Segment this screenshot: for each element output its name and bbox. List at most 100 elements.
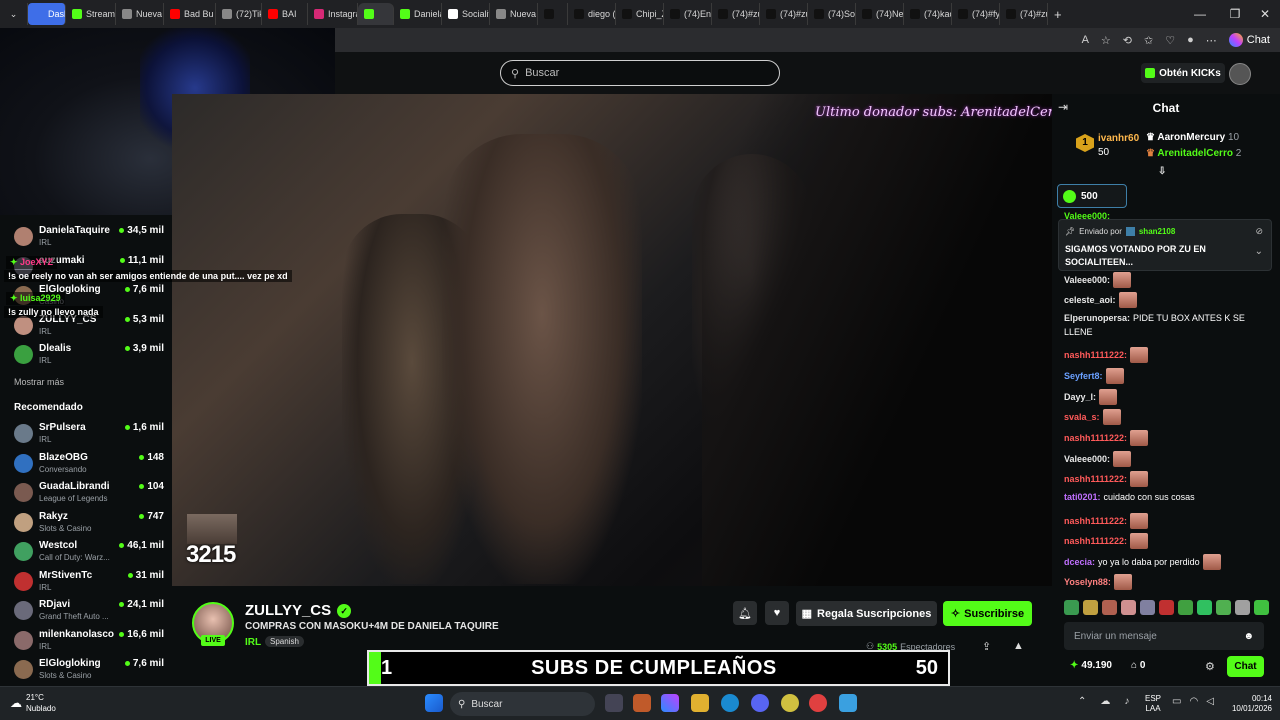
browser-tab[interactable]: (74)Ne bbox=[856, 3, 904, 25]
browser-tab[interactable]: Socialit bbox=[442, 3, 490, 25]
browser-tab[interactable]: (74)#zu bbox=[760, 3, 808, 25]
subscribe-button[interactable]: ✧ Suscribirse bbox=[943, 601, 1032, 626]
copilot-icon[interactable] bbox=[661, 694, 679, 712]
emote-icon[interactable] bbox=[1216, 600, 1231, 615]
emote-icon[interactable] bbox=[1178, 600, 1193, 615]
user-avatar[interactable] bbox=[1229, 63, 1251, 85]
chat-message[interactable]: Seyfert8: bbox=[1064, 368, 1124, 384]
stream-category[interactable]: IRL bbox=[245, 637, 261, 648]
app-icon[interactable] bbox=[839, 694, 857, 712]
browser-tab[interactable]: Nueva bbox=[116, 3, 164, 25]
chat-username[interactable]: Elperunopersa: bbox=[1064, 313, 1130, 323]
chat-message[interactable]: Dayy_l: bbox=[1064, 389, 1118, 405]
chat-username[interactable]: Dayy_l: bbox=[1064, 392, 1096, 402]
report-icon[interactable]: ▲ bbox=[1013, 640, 1024, 652]
sidebar-channel[interactable]: Dlealis IRL 3,9 mil bbox=[14, 343, 164, 371]
chat-username[interactable]: Yoselyn88: bbox=[1064, 577, 1111, 587]
emoji-icon[interactable]: ☻ bbox=[1243, 631, 1254, 642]
unpin-icon[interactable]: ⊘ bbox=[1255, 226, 1263, 237]
emote-icon[interactable] bbox=[1083, 600, 1098, 615]
chat-message[interactable]: Elperunopersa: PIDE TU BOX ANTES K SE bbox=[1064, 313, 1245, 323]
chat-username[interactable]: svala_s: bbox=[1064, 412, 1100, 422]
chat-username[interactable]: dcecia: bbox=[1064, 557, 1095, 567]
sidebar-channel[interactable]: BlazeOBG Conversando 148 bbox=[14, 452, 164, 480]
sidebar-channel[interactable]: RDjavi Grand Theft Auto ... 24,1 mil bbox=[14, 599, 164, 627]
sidebar-channel[interactable]: SrPulsera IRL 1,6 mil bbox=[14, 422, 164, 450]
chat-message[interactable]: svala_s: bbox=[1064, 409, 1121, 425]
emote-icon[interactable] bbox=[1140, 600, 1155, 615]
app-icon[interactable] bbox=[781, 694, 799, 712]
browser-tab[interactable]: BAI bbox=[262, 3, 308, 25]
sidebar-channel[interactable]: GuadaLibrandi League of Legends 104 bbox=[14, 481, 164, 509]
favorite-icon[interactable]: ☆ bbox=[1101, 34, 1111, 47]
close-window-button[interactable]: ✕ bbox=[1245, 0, 1280, 28]
sidebar-channel[interactable]: DanielaTaquire IRL 34,5 mil bbox=[14, 225, 164, 253]
discord-icon[interactable] bbox=[751, 694, 769, 712]
chat-message[interactable]: nashh1111222: bbox=[1064, 347, 1149, 363]
chat-username[interactable]: celeste_aoi: bbox=[1064, 295, 1116, 305]
leaderboard-third[interactable]: ♛ ArenitadelCerro 2 bbox=[1146, 148, 1241, 159]
cloud-icon[interactable]: ☁ bbox=[1100, 696, 1110, 707]
emote-icon[interactable] bbox=[1254, 600, 1269, 615]
chat-username[interactable]: Seyfert8: bbox=[1064, 371, 1103, 381]
sidebar-channel[interactable]: Rakyz Slots & Casino 747 bbox=[14, 511, 164, 539]
browser-tab[interactable]: Daniela bbox=[394, 3, 442, 25]
chat-username[interactable]: Valeee000: bbox=[1064, 275, 1110, 285]
new-tab-button[interactable]: + bbox=[1048, 3, 1068, 25]
browser-tab[interactable]: (74)En bbox=[664, 3, 712, 25]
clock[interactable]: 00:14 10/01/2026 bbox=[1222, 694, 1272, 714]
chevron-down-icon[interactable]: ⌄ bbox=[1255, 246, 1263, 257]
leaderboard-first-name[interactable]: ivanhr60 bbox=[1098, 133, 1139, 144]
browser-tab[interactable]: Stream bbox=[66, 3, 116, 25]
browser-tab[interactable]: Instagra bbox=[308, 3, 358, 25]
extensions-icon[interactable]: ⟲ bbox=[1123, 34, 1132, 47]
chat-message[interactable]: tati0201: cuidado con sus cosas bbox=[1064, 492, 1195, 502]
browser-tab[interactable]: (74)kac bbox=[904, 3, 952, 25]
share-icon[interactable]: ⇪ bbox=[982, 640, 991, 653]
browser-tab[interactable]: (74)#zu bbox=[1000, 3, 1048, 25]
chat-message[interactable]: LLENE bbox=[1064, 327, 1093, 337]
browser-tab[interactable] bbox=[358, 3, 394, 25]
chevron-up-icon[interactable]: ⌃ bbox=[1078, 696, 1086, 707]
browser-tab[interactable]: Nueva bbox=[490, 3, 538, 25]
emote-icon[interactable] bbox=[1121, 600, 1136, 615]
browser-tab[interactable]: Dashbo bbox=[28, 3, 66, 25]
browser-tab[interactable]: diego ( bbox=[568, 3, 616, 25]
mic-icon[interactable]: ♪ bbox=[1124, 696, 1129, 707]
channel-name[interactable]: ZULLYY_CS ✓ bbox=[245, 602, 352, 619]
more-icon[interactable]: ⋯ bbox=[1206, 34, 1217, 47]
sidebar-channel[interactable]: ElGlogloking Slots & Casino 7,6 mil bbox=[14, 658, 164, 686]
emote-icon[interactable] bbox=[1197, 600, 1212, 615]
chrome-icon[interactable] bbox=[809, 694, 827, 712]
sidebar-channel[interactable]: milenkanolasco IRL 16,6 mil bbox=[14, 629, 164, 657]
favorites-icon[interactable]: ✩ bbox=[1144, 34, 1153, 47]
kicks-pill[interactable]: 500 bbox=[1057, 184, 1127, 208]
sidebar-channel[interactable]: Westcol Call of Duty: Warz... 46,1 mil bbox=[14, 540, 164, 568]
browser-tab[interactable]: Chipi_Z bbox=[616, 3, 664, 25]
chat-message[interactable]: nashh1111222: bbox=[1064, 430, 1149, 446]
browser-tab[interactable]: Bad Bu bbox=[164, 3, 216, 25]
get-kicks-button[interactable]: Obtén KICKs bbox=[1141, 63, 1225, 83]
chat-username[interactable]: nashh1111222: bbox=[1064, 350, 1127, 360]
language-indicator[interactable]: ESP LAA bbox=[1145, 694, 1161, 714]
read-aloud-icon[interactable]: A bbox=[1082, 34, 1089, 46]
chat-message[interactable]: celeste_aoi: bbox=[1064, 292, 1137, 308]
weather-widget[interactable]: ☁ 21°C Nublado bbox=[10, 692, 56, 714]
browser-tab[interactable] bbox=[538, 3, 568, 25]
browser-tab[interactable]: (74)#zu bbox=[712, 3, 760, 25]
chat-username[interactable]: Valeee000: bbox=[1064, 454, 1110, 464]
chat-username[interactable]: nashh1111222: bbox=[1064, 536, 1127, 546]
emote-icon[interactable] bbox=[1064, 600, 1079, 615]
chat-username[interactable]: nashh1111222: bbox=[1064, 474, 1127, 484]
chat-message[interactable]: Valeee000: bbox=[1064, 451, 1132, 467]
windows-start-icon[interactable] bbox=[425, 694, 443, 712]
gift-subs-button[interactable]: ▦ Regala Suscripciones bbox=[796, 601, 937, 626]
chat-message[interactable]: nashh1111222: bbox=[1064, 513, 1149, 529]
chat-message[interactable]: dcecia: yo ya lo daba por perdido bbox=[1064, 554, 1221, 570]
chat-input[interactable]: Enviar un mensaje ☻ bbox=[1064, 622, 1264, 650]
tab-list-button[interactable]: ⌄ bbox=[0, 3, 28, 25]
send-chat-button[interactable]: Chat bbox=[1227, 656, 1264, 677]
pinned-message[interactable]: 📌︎ Enviado por shan2108 SIGAMOS VOTANDO … bbox=[1058, 219, 1272, 271]
language-tag[interactable]: Spanish bbox=[265, 636, 304, 647]
chat-message[interactable]: Valeee000: bbox=[1064, 272, 1132, 288]
